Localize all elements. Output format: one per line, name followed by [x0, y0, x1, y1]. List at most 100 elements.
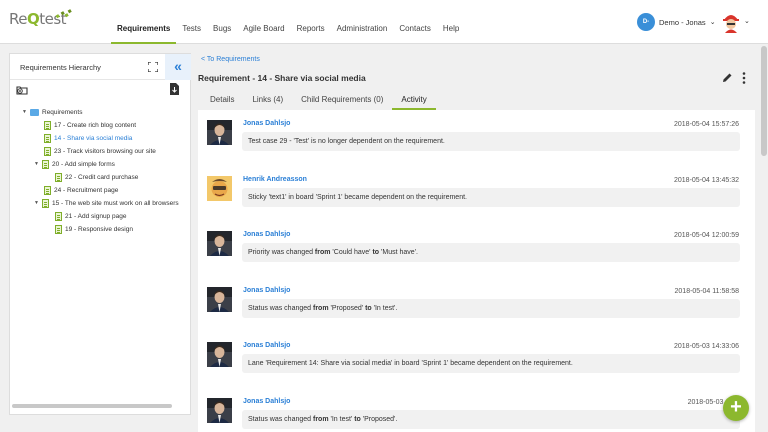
- activity-author-link[interactable]: Jonas Dahlsjo: [243, 120, 290, 127]
- activity-author-link[interactable]: Jonas Dahlsjo: [243, 231, 290, 238]
- tree-node[interactable]: 14 - Share via social media: [44, 132, 132, 144]
- nav-item-reports[interactable]: Reports: [291, 0, 331, 44]
- activity-message: Lane 'Requirement 14: Share via social m…: [242, 354, 740, 373]
- activity-text: 'Proposed': [328, 304, 366, 312]
- tree-node-label: 21 - Add signup page: [65, 212, 127, 220]
- more-vertical-icon[interactable]: [741, 72, 747, 84]
- document-icon: [44, 185, 51, 195]
- activity-keyword: to: [354, 415, 361, 423]
- tree-node-label: 15 - The web site must work on all brows…: [52, 199, 179, 207]
- tree-node[interactable]: 17 - Create rich blog content: [44, 119, 136, 131]
- tab-child-requirements[interactable]: Child Requirements (0): [292, 92, 392, 110]
- tree-toggle-icon[interactable]: ▼: [34, 161, 42, 167]
- tab-links[interactable]: Links (4): [243, 92, 292, 110]
- tree-node-label: 17 - Create rich blog content: [54, 121, 137, 129]
- tree-node-label: 14 - Share via social media: [54, 134, 133, 142]
- tree-node[interactable]: ▼ 15 - The web site must work on all brow…: [34, 197, 179, 209]
- tree-node[interactable]: 21 - Add signup page: [55, 210, 126, 222]
- document-icon: [42, 198, 49, 208]
- export-icon[interactable]: [170, 83, 179, 95]
- chevron-down-icon: ⌄: [709, 19, 716, 26]
- activity-text: 'In test'.: [371, 304, 398, 312]
- activity-author-link[interactable]: Jonas Dahlsjo: [243, 287, 290, 294]
- user-name: Demo - Jonas: [659, 17, 706, 27]
- tree-toggle-icon[interactable]: ▼: [34, 200, 42, 206]
- nav-item-contacts[interactable]: Contacts: [393, 0, 437, 44]
- add-button[interactable]: +: [723, 395, 749, 421]
- nav-item-administration[interactable]: Administration: [331, 0, 394, 44]
- activity-text: Test case 29 - 'Test' is no longer depen…: [248, 138, 445, 145]
- nav-item-requirements[interactable]: Requirements: [111, 0, 177, 44]
- tab-activity[interactable]: Activity: [392, 92, 436, 110]
- activity-timestamp: 2018-05-04 12:00:59: [674, 232, 739, 239]
- activity-message: Test case 29 - 'Test' is no longer depen…: [242, 132, 740, 151]
- activity-text: Sticky 'text1' in board 'Sprint 1' becam…: [248, 193, 467, 201]
- activity-author-link[interactable]: Jonas Dahlsjo: [243, 342, 290, 349]
- tree-node-label: 22 - Credit card purchase: [65, 173, 139, 181]
- expand-icon[interactable]: [148, 62, 158, 72]
- activity-text: 'Could have': [330, 249, 373, 256]
- page-scrollbar-thumb[interactable]: [761, 46, 767, 156]
- activity-author-link[interactable]: Jonas Dahlsjo: [243, 398, 290, 405]
- activity-keyword: from: [313, 304, 329, 312]
- activity-text: Priority was changed: [248, 249, 315, 256]
- nav-item-agile-board[interactable]: Agile Board: [237, 0, 290, 44]
- tree-node[interactable]: ▼ 20 - Add simple forms: [34, 158, 115, 170]
- tree-node[interactable]: 23 - Track visitors browsing our site: [44, 145, 156, 157]
- activity-keyword: from: [314, 249, 331, 256]
- activity-message: Priority was changed from 'Could have' t…: [242, 243, 740, 262]
- tree-node-label: 20 - Add simple forms: [52, 160, 115, 168]
- activity-timestamp: 2018-05-04 13:45:32: [674, 176, 739, 184]
- activity-text: Status was changed: [248, 415, 313, 423]
- top-bar: ReQtest Requirements Tests Bugs Agile Board…: [0, 0, 768, 44]
- tab-details[interactable]: Details: [201, 92, 243, 110]
- activity-timestamp: 2018-05-03 14:33:06: [674, 343, 739, 350]
- avatar: [207, 342, 232, 367]
- activity-author-link[interactable]: Henrik Andreasson: [243, 176, 307, 183]
- activity-message: Sticky 'text1' in board 'Sprint 1' becam…: [242, 187, 740, 207]
- document-icon: [42, 159, 49, 169]
- tree-node-label: 23 - Track visitors browsing our site: [54, 147, 156, 155]
- profile-avatar-icon[interactable]: [721, 11, 741, 33]
- tree-node[interactable]: 19 - Responsive design: [55, 223, 133, 235]
- tree-node-label: 24 - Recruitment page: [54, 186, 119, 194]
- hierarchy-panel: Requirements Hierarchy « ▼ Requirements 17…: [9, 53, 191, 415]
- hierarchy-hscrollbar[interactable]: [12, 404, 172, 408]
- main-nav: Requirements Tests Bugs Agile Board Reports A…: [111, 0, 465, 44]
- plus-icon: +: [730, 396, 742, 418]
- activity-text: 'Proposed'.: [360, 415, 398, 423]
- nav-item-help[interactable]: Help: [437, 0, 465, 44]
- user-menu[interactable]: D- Demo - Jonas ⌄: [637, 12, 716, 32]
- collapse-panel-button[interactable]: «: [165, 54, 191, 80]
- collapse-icon: «: [174, 58, 182, 74]
- activity-text: 'Must have'.: [379, 249, 418, 256]
- activity-message: Status was changed from 'Proposed' to 'I…: [242, 298, 740, 318]
- back-to-requirements-link[interactable]: < To Requirements: [201, 56, 260, 63]
- avatar: [207, 175, 232, 201]
- tree-node[interactable]: 22 - Credit card purchase: [55, 171, 138, 183]
- nav-item-tests[interactable]: Tests: [176, 0, 207, 44]
- activity-keyword: to: [365, 304, 372, 312]
- tree-node-label: 19 - Responsive design: [65, 225, 133, 233]
- user-initials-badge: D-: [637, 13, 655, 31]
- nav-item-bugs[interactable]: Bugs: [207, 0, 237, 44]
- logo-mark-icon: [55, 9, 72, 19]
- activity-message: Status was changed from 'In test' to 'Pr…: [242, 409, 740, 429]
- document-icon: [44, 133, 51, 143]
- avatar: [207, 286, 232, 312]
- tree-node[interactable]: 24 - Recruitment page: [44, 184, 118, 196]
- chevron-down-icon[interactable]: ⌄: [744, 17, 750, 25]
- document-icon: [44, 146, 51, 156]
- requirement-tabs: Details Links (4) Child Requirements (0) Ac…: [201, 92, 436, 110]
- activity-feed: Jonas Dahlsjo 2018-05-04 15:57:26 Test cas…: [198, 110, 755, 432]
- activity-timestamp: 2018-05-04 15:57:26: [674, 121, 739, 128]
- add-folder-icon[interactable]: [16, 84, 28, 95]
- avatar: [207, 120, 232, 145]
- page-title: Requirement - 14 - Share via social medi…: [198, 73, 366, 83]
- tree-node-label: Requirements: [42, 108, 83, 116]
- pencil-icon[interactable]: [722, 72, 733, 83]
- tree-node[interactable]: ▼ Requirements: [22, 106, 82, 118]
- document-icon: [55, 224, 62, 234]
- tree-toggle-icon[interactable]: ▼: [22, 109, 30, 115]
- activity-keyword: from: [313, 415, 329, 423]
